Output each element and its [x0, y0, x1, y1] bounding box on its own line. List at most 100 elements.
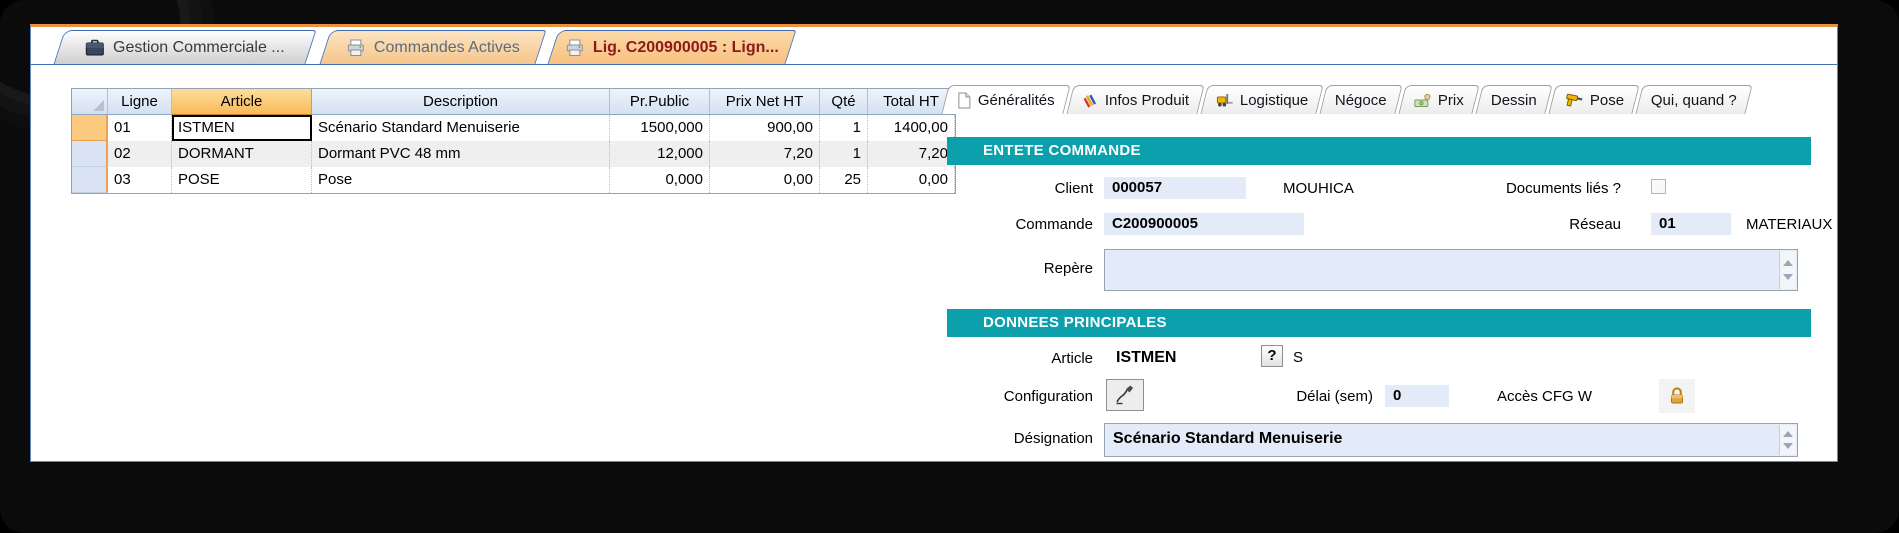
tab-label: Négoce	[1335, 92, 1387, 109]
tab-label: Commandes Actives	[374, 39, 520, 57]
col-header-description[interactable]: Description	[312, 89, 610, 115]
designation-label: Désignation	[893, 430, 1093, 447]
spin-down-icon	[1783, 274, 1793, 280]
tab-commandes-actives[interactable]: Commandes Actives	[319, 30, 546, 64]
reseau-input[interactable]: 01	[1651, 213, 1731, 235]
repere-label: Repère	[893, 260, 1093, 277]
article-label: Article	[893, 350, 1093, 367]
briefcase-icon	[85, 39, 105, 57]
designation-input[interactable]: Scénario Standard Menuiserie	[1104, 423, 1798, 457]
col-header-article[interactable]: Article	[172, 89, 312, 115]
cell-article[interactable]: DORMANT	[172, 141, 312, 167]
cell-qte[interactable]: 1	[820, 115, 868, 141]
cell-article-selected[interactable]: ISTMEN	[172, 115, 312, 141]
col-header-ligne[interactable]: Ligne	[108, 89, 172, 115]
article-value: ISTMEN	[1116, 349, 1176, 367]
cell-description[interactable]: Dormant PVC 48 mm	[312, 141, 610, 167]
cell-total-ht[interactable]: 1400,00	[868, 115, 955, 141]
document-icon	[957, 92, 972, 109]
tab-label: Gestion Commerciale ...	[113, 39, 285, 57]
cell-ligne[interactable]: 01	[108, 115, 172, 141]
spin-down-icon	[1783, 443, 1793, 449]
delai-input[interactable]: 0	[1385, 385, 1449, 407]
row-selector[interactable]	[72, 141, 108, 167]
documents-lies-checkbox[interactable]	[1651, 179, 1666, 194]
money-icon	[1414, 93, 1432, 108]
row-selector[interactable]	[72, 167, 108, 193]
reseau-label: Réseau	[1503, 216, 1621, 233]
section-header-entete: ENTETE COMMANDE	[947, 137, 1811, 165]
cell-prix-net-ht[interactable]: 0,00	[710, 167, 820, 193]
spinner[interactable]	[1779, 425, 1796, 455]
spin-up-icon	[1783, 260, 1793, 266]
row-selector[interactable]	[72, 115, 108, 141]
commande-input[interactable]: C200900005	[1104, 213, 1304, 235]
configuration-button[interactable]	[1106, 379, 1144, 411]
cell-qte[interactable]: 1	[820, 141, 868, 167]
tab-label: Logistique	[1240, 92, 1308, 109]
cell-pr-public[interactable]: 12,000	[610, 141, 710, 167]
printer-icon	[346, 39, 366, 57]
drill-icon	[1564, 92, 1584, 108]
spin-up-icon	[1783, 431, 1793, 437]
tab-qui-quand[interactable]: Qui, quand ?	[1635, 85, 1752, 114]
cell-total-ht[interactable]: 7,20	[868, 141, 955, 167]
tab-label: Généralités	[978, 92, 1055, 109]
app-window: Gestion Commerciale ... Commandes Active…	[30, 24, 1838, 462]
cell-prix-net-ht[interactable]: 900,00	[710, 115, 820, 141]
cell-article[interactable]: POSE	[172, 167, 312, 193]
cell-prix-net-ht[interactable]: 7,20	[710, 141, 820, 167]
tab-label: Prix	[1438, 92, 1464, 109]
tab-infos-produit[interactable]: Infos Produit	[1066, 85, 1204, 114]
commande-label: Commande	[893, 216, 1093, 233]
lock-button[interactable]	[1659, 379, 1695, 413]
article-lookup-button[interactable]: ?	[1261, 345, 1283, 367]
tab-ligne-commande[interactable]: Lig. C200900005 : Lign...	[547, 30, 796, 64]
framed-screenshot: Gestion Commerciale ... Commandes Active…	[0, 0, 1899, 533]
col-header-prix-net-ht[interactable]: Prix Net HT	[710, 89, 820, 115]
client-input[interactable]: 000057	[1104, 177, 1246, 199]
reseau-name-text: MATERIAUX	[1746, 216, 1832, 233]
printer-icon	[565, 39, 585, 57]
tab-label: Pose	[1590, 92, 1624, 109]
lock-icon	[1667, 386, 1687, 406]
acces-cfg-label: Accès CFG W	[1497, 388, 1643, 405]
designation-value: Scénario Standard Menuiserie	[1105, 424, 1797, 448]
tab-dessin[interactable]: Dessin	[1475, 85, 1552, 114]
order-lines-grid: Ligne Article Description Pr.Public Prix…	[71, 88, 956, 194]
client-name-text: MOUHICA	[1283, 180, 1354, 197]
tab-prix[interactable]: Prix	[1398, 85, 1479, 114]
tabstrip-divider	[31, 64, 1837, 65]
spinner[interactable]	[1779, 251, 1796, 289]
tab-label: Infos Produit	[1105, 92, 1189, 109]
col-header-pr-public[interactable]: Pr.Public	[610, 89, 710, 115]
tab-negoce[interactable]: Négoce	[1320, 85, 1403, 114]
tab-logistique[interactable]: Logistique	[1200, 85, 1324, 114]
configuration-label: Configuration	[893, 388, 1093, 405]
section-header-donnees: DONNEES PRINCIPALES	[947, 309, 1811, 337]
forklift-icon	[1216, 92, 1234, 108]
col-header-qte[interactable]: Qté	[820, 89, 868, 115]
pencils-icon	[1082, 92, 1099, 108]
select-all-corner[interactable]	[72, 89, 108, 115]
tab-label: Lig. C200900005 : Lign...	[593, 39, 779, 57]
cell-ligne[interactable]: 02	[108, 141, 172, 167]
cell-description[interactable]: Pose	[312, 167, 610, 193]
client-label: Client	[893, 180, 1093, 197]
cell-pr-public[interactable]: 1500,000	[610, 115, 710, 141]
cell-description[interactable]: Scénario Standard Menuiserie	[312, 115, 610, 141]
signature-icon	[1114, 384, 1136, 406]
repere-input[interactable]	[1104, 249, 1798, 291]
cell-ligne[interactable]: 03	[108, 167, 172, 193]
article-partial-text: S	[1293, 349, 1305, 366]
tab-gestion-commerciale[interactable]: Gestion Commerciale ...	[53, 30, 316, 64]
tab-label: Qui, quand ?	[1651, 92, 1737, 109]
tab-label: Dessin	[1491, 92, 1537, 109]
detail-tabbar: Généralités Infos Produit Logistique Nég…	[945, 85, 1749, 114]
cell-qte[interactable]: 25	[820, 167, 868, 193]
documents-lies-label: Documents liés ?	[1441, 180, 1621, 197]
tab-generalites[interactable]: Généralités	[941, 85, 1070, 114]
delai-label: Délai (sem)	[1223, 388, 1373, 405]
cell-pr-public[interactable]: 0,000	[610, 167, 710, 193]
tab-pose[interactable]: Pose	[1548, 85, 1639, 114]
